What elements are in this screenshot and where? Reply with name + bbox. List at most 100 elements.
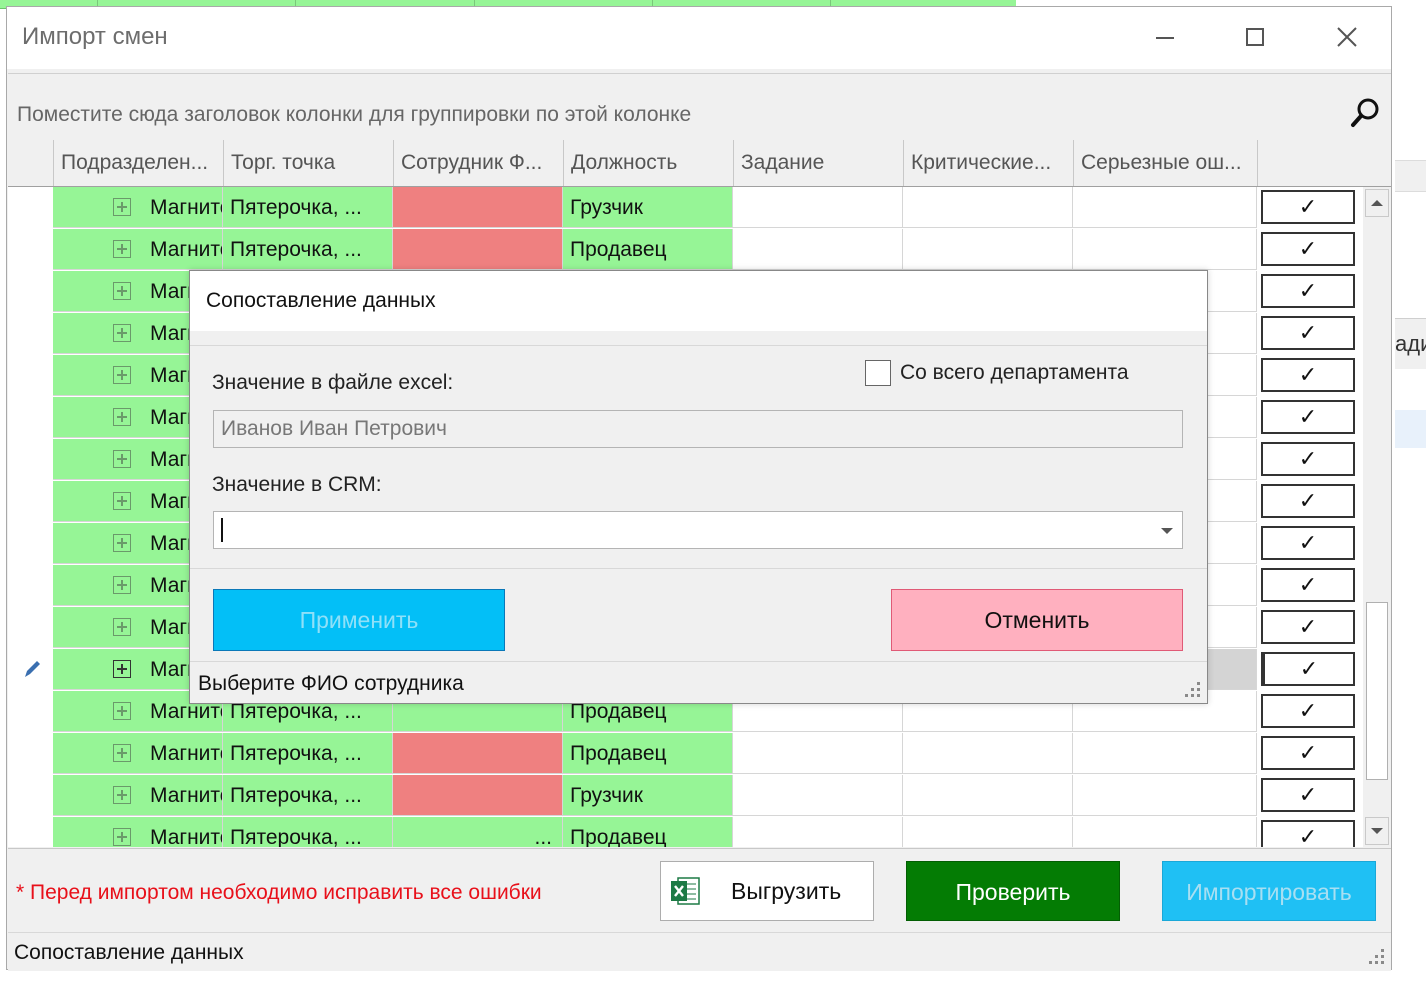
expand-icon[interactable] — [113, 702, 131, 720]
confirm-row-button[interactable]: ✓ — [1261, 526, 1355, 560]
task-cell[interactable] — [733, 733, 903, 774]
confirm-row-button[interactable]: ✓ — [1261, 778, 1355, 812]
column-header-position[interactable]: Должность — [563, 140, 733, 186]
expand-icon[interactable] — [113, 450, 131, 468]
confirm-row-button[interactable]: ✓ — [1261, 484, 1355, 518]
import-button[interactable]: Импортировать — [1162, 861, 1376, 921]
confirm-row-button[interactable]: ✓ — [1261, 610, 1355, 644]
confirm-row-button[interactable]: ✓ — [1261, 820, 1355, 847]
confirm-row-button[interactable]: ✓ — [1261, 694, 1355, 728]
employee-cell[interactable] — [393, 733, 563, 774]
maximize-button[interactable] — [1235, 19, 1275, 55]
expand-icon[interactable] — [113, 576, 131, 594]
column-header-critical-errors[interactable]: Критические... — [903, 140, 1073, 186]
column-header-task[interactable]: Задание — [733, 140, 903, 186]
scroll-down-button[interactable] — [1365, 817, 1389, 845]
column-header-division[interactable]: Подразделен... — [53, 140, 223, 186]
expand-icon[interactable] — [113, 198, 131, 216]
store-cell[interactable]: Пятерочка, ... — [223, 817, 393, 847]
division-cell[interactable]: Магнито... — [53, 187, 223, 228]
column-header-store[interactable]: Торг. точка — [223, 140, 393, 186]
vertical-scrollbar[interactable] — [1363, 187, 1391, 847]
table-row[interactable]: Магнито...Пятерочка, ......Продавец ✓ — [8, 817, 1358, 847]
cancel-button[interactable]: Отменить — [891, 589, 1183, 651]
position-cell[interactable]: Грузчик — [563, 775, 733, 816]
expand-icon[interactable] — [113, 534, 131, 552]
serious-errors-cell[interactable] — [1073, 229, 1257, 270]
division-cell[interactable]: Магнито... — [53, 229, 223, 270]
expand-icon[interactable] — [113, 282, 131, 300]
division-cell[interactable]: Магнито... — [53, 817, 223, 847]
store-cell[interactable]: Пятерочка, ... — [223, 733, 393, 774]
confirm-row-button[interactable]: ✓ — [1261, 274, 1355, 308]
confirm-row-button[interactable]: ✓ — [1261, 232, 1355, 266]
check-button[interactable]: Проверить — [906, 861, 1120, 921]
task-cell[interactable] — [733, 775, 903, 816]
position-cell[interactable]: Продавец — [563, 229, 733, 270]
search-icon[interactable] — [1349, 96, 1383, 130]
critical-errors-cell[interactable] — [903, 733, 1073, 774]
confirm-row-button[interactable]: ✓ — [1261, 442, 1355, 476]
export-button[interactable]: Выгрузить — [660, 861, 874, 921]
expand-icon[interactable] — [113, 324, 131, 342]
critical-errors-cell[interactable] — [903, 775, 1073, 816]
expand-icon[interactable] — [113, 366, 131, 384]
confirm-row-button[interactable]: ✓ — [1261, 652, 1355, 686]
expand-icon[interactable] — [113, 618, 131, 636]
expand-icon[interactable] — [113, 744, 131, 762]
apply-button[interactable]: Применить — [213, 589, 505, 651]
table-row[interactable]: Магнито...Пятерочка, ... Продавец ✓ — [8, 229, 1358, 271]
resize-grip-icon[interactable] — [1369, 949, 1385, 965]
group-by-panel[interactable]: Поместите сюда заголовок колонки для гру… — [8, 73, 1391, 141]
employee-cell[interactable] — [393, 229, 563, 270]
chevron-down-icon[interactable] — [1161, 528, 1173, 534]
confirm-row-button[interactable]: ✓ — [1261, 316, 1355, 350]
expand-icon[interactable] — [113, 240, 131, 258]
expand-icon[interactable] — [113, 408, 131, 426]
table-row[interactable]: Магнито...Пятерочка, ... Грузчик ✓ — [8, 187, 1358, 229]
position-cell[interactable]: Продавец — [563, 733, 733, 774]
close-button[interactable] — [1327, 19, 1367, 55]
expand-icon[interactable] — [113, 786, 131, 804]
table-row[interactable]: Магнито...Пятерочка, ... Грузчик ✓ — [8, 775, 1358, 817]
employee-cell[interactable] — [393, 187, 563, 228]
minimize-button[interactable] — [1145, 19, 1185, 55]
critical-errors-cell[interactable] — [903, 817, 1073, 847]
division-cell[interactable]: Магнито... — [53, 733, 223, 774]
confirm-row-button[interactable]: ✓ — [1261, 358, 1355, 392]
confirm-row-button[interactable]: ✓ — [1261, 190, 1355, 224]
confirm-row-button[interactable]: ✓ — [1261, 400, 1355, 434]
scroll-up-button[interactable] — [1365, 189, 1389, 217]
crm-value-combobox[interactable] — [213, 511, 1183, 549]
expand-icon[interactable] — [113, 660, 131, 678]
confirm-row-button[interactable]: ✓ — [1261, 568, 1355, 602]
employee-cell[interactable] — [393, 775, 563, 816]
expand-icon[interactable] — [113, 492, 131, 510]
serious-errors-cell[interactable] — [1073, 733, 1257, 774]
position-cell[interactable]: Продавец — [563, 817, 733, 847]
store-cell[interactable]: Пятерочка, ... — [223, 229, 393, 270]
confirm-row-button[interactable]: ✓ — [1261, 736, 1355, 770]
scroll-thumb[interactable] — [1366, 602, 1388, 780]
column-header-serious-errors[interactable]: Серьезные ош... — [1073, 140, 1257, 186]
position-cell[interactable]: Грузчик — [563, 187, 733, 228]
employee-cell[interactable]: ... — [393, 817, 563, 847]
whole-department-label[interactable]: Со всего департамента — [900, 361, 1129, 385]
excel-value-field[interactable] — [213, 410, 1183, 448]
whole-department-checkbox[interactable] — [865, 360, 891, 386]
table-row[interactable]: Магнито...Пятерочка, ... Продавец ✓ — [8, 733, 1358, 775]
store-cell[interactable]: Пятерочка, ... — [223, 775, 393, 816]
serious-errors-cell[interactable] — [1073, 775, 1257, 816]
division-cell[interactable]: Магнито... — [53, 775, 223, 816]
critical-errors-cell[interactable] — [903, 229, 1073, 270]
column-header-employee[interactable]: Сотрудник Ф... — [393, 140, 563, 186]
task-cell[interactable] — [733, 817, 903, 847]
task-cell[interactable] — [733, 187, 903, 228]
critical-errors-cell[interactable] — [903, 187, 1073, 228]
serious-errors-cell[interactable] — [1073, 817, 1257, 847]
task-cell[interactable] — [733, 229, 903, 270]
store-cell[interactable]: Пятерочка, ... — [223, 187, 393, 228]
resize-grip-icon[interactable] — [1185, 682, 1201, 698]
serious-errors-cell[interactable] — [1073, 187, 1257, 228]
expand-icon[interactable] — [113, 828, 131, 846]
